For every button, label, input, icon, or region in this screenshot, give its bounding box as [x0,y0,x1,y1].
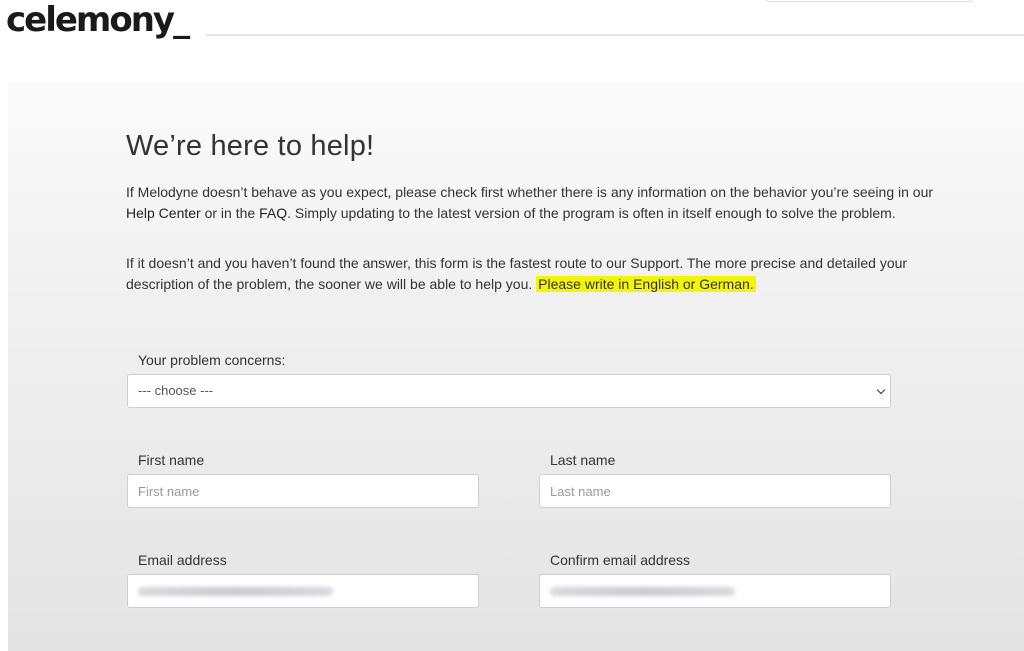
faq-link[interactable]: FAQ [259,205,287,221]
concern-selected-value: --- choose --- [138,383,214,398]
intro-text: If Melodyne doesn’t behave as you expect… [126,184,934,200]
confirm-email-field[interactable] [539,574,891,608]
email-field[interactable] [127,574,479,608]
intro-text: . Simply updating to the latest version … [287,205,896,221]
redacted-email-value [138,587,333,596]
language-notice-highlight: Please write in English or German. [536,276,756,292]
concern-select[interactable]: --- choose --- [127,374,891,408]
confirm-email-label: Confirm email address [550,552,691,568]
help-center-link[interactable]: Help Center [126,205,201,221]
last-name-input[interactable] [539,474,891,508]
email-label: Email address [138,552,227,568]
header-divider [206,34,1024,36]
last-name-label: Last name [550,452,616,468]
chevron-down-icon [876,385,886,395]
intro-paragraph-2: If it doesn’t and you haven’t found the … [126,253,936,295]
first-name-input[interactable] [127,474,479,508]
celemony-logo[interactable]: celemony_ [6,0,190,40]
header-search-box[interactable] [765,0,973,2]
intro-text: or in the [200,205,260,221]
first-name-label: First name [138,452,205,468]
concern-label: Your problem concerns: [138,352,286,368]
redacted-email-value [550,587,735,596]
site-header: celemony_ [0,0,1024,44]
intro-text: If it doesn’t and you haven’t found the … [126,255,908,292]
page-title: We’re here to help! [126,130,375,162]
intro-paragraph-1: If Melodyne doesn’t behave as you expect… [126,182,936,224]
